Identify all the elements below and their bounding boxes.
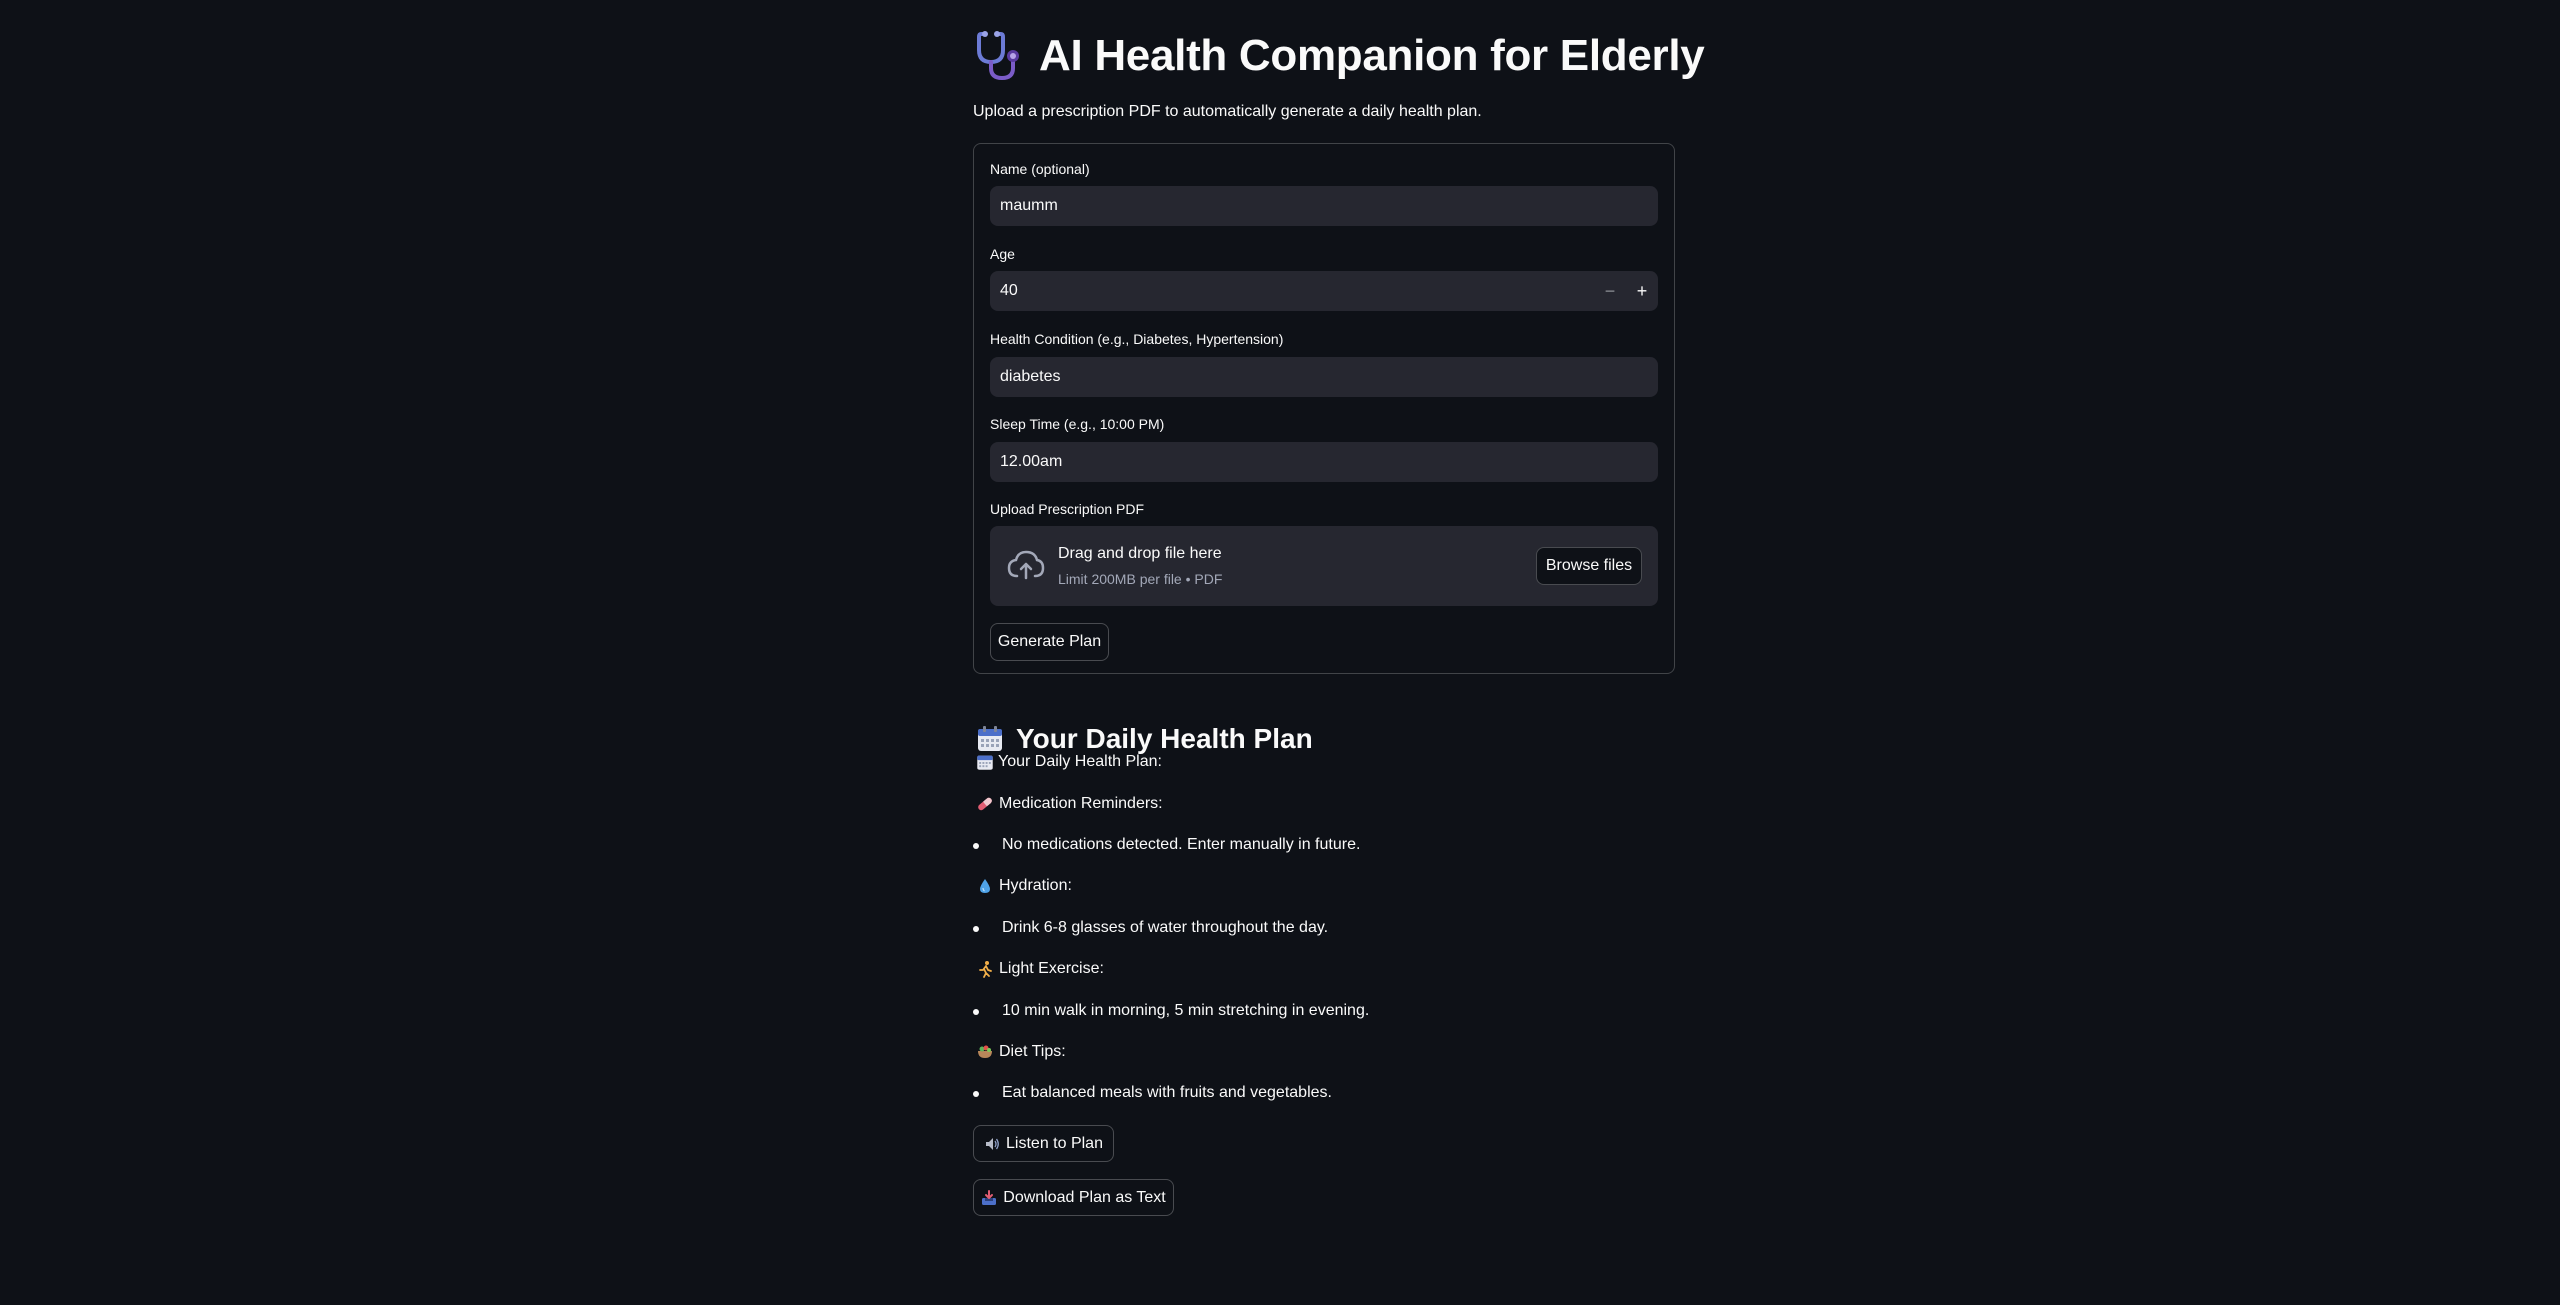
- sleep-field[interactable]: [990, 442, 1658, 482]
- sleep-input[interactable]: [1000, 453, 1648, 471]
- name-label: Name (optional): [990, 161, 1090, 177]
- speaker-icon: [984, 1136, 1000, 1152]
- section-title-text: Hydration:: [999, 877, 1072, 894]
- plan-form: Name (optional) Age − + Health Condition…: [973, 143, 1675, 674]
- dropzone-limit: Limit 200MB per file • PDF: [1058, 571, 1223, 587]
- age-increment-button[interactable]: +: [1626, 271, 1658, 311]
- plan-intro: Your Daily Health Plan:: [976, 753, 1162, 771]
- calendar-icon: [976, 725, 1004, 753]
- condition-field[interactable]: [990, 357, 1658, 397]
- inbox-tray-icon: [981, 1189, 997, 1206]
- plan-heading: Your Daily Health Plan: [976, 723, 1313, 755]
- browse-files-button[interactable]: Browse files: [1536, 547, 1642, 585]
- stethoscope-icon: [975, 30, 1025, 82]
- generate-plan-button[interactable]: Generate Plan: [990, 623, 1109, 661]
- list-item-text: Drink 6-8 glasses of water throughout th…: [1002, 919, 1329, 936]
- salad-icon: [976, 1043, 994, 1061]
- age-label: Age: [990, 246, 1015, 262]
- section-title-exercise: Light Exercise:: [976, 960, 1104, 978]
- name-field[interactable]: [990, 186, 1658, 226]
- condition-input[interactable]: [1000, 368, 1648, 386]
- listen-to-plan-button[interactable]: Listen to Plan: [973, 1125, 1114, 1162]
- calendar-icon: [976, 753, 994, 771]
- plan-heading-text: Your Daily Health Plan: [1016, 723, 1313, 755]
- section-title-text: Light Exercise:: [999, 960, 1104, 977]
- age-decrement-button[interactable]: −: [1594, 271, 1626, 311]
- droplet-icon: [976, 877, 994, 895]
- list-item-text: 10 min walk in morning, 5 min stretching…: [1002, 1002, 1370, 1019]
- section-title-text: Medication Reminders:: [999, 795, 1163, 812]
- condition-label: Health Condition (e.g., Diabetes, Hypert…: [990, 331, 1284, 347]
- section-title-medication: Medication Reminders:: [976, 795, 1163, 813]
- list-item-text: No medications detected. Enter manually …: [1002, 836, 1361, 853]
- download-button-label: Download Plan as Text: [1003, 1188, 1166, 1206]
- section-title-text: Diet Tips:: [999, 1043, 1066, 1060]
- list-item-text: Eat balanced meals with fruits and veget…: [1002, 1084, 1332, 1101]
- page-title: AI Health Companion for Elderly: [975, 30, 1705, 82]
- age-input[interactable]: [1000, 282, 1580, 300]
- download-plan-button[interactable]: Download Plan as Text: [973, 1179, 1174, 1216]
- name-input[interactable]: [1000, 197, 1648, 215]
- section-title-hydration: Hydration:: [976, 877, 1072, 895]
- section-title-diet: Diet Tips:: [976, 1043, 1066, 1061]
- pill-icon: [976, 795, 994, 813]
- page-title-text: AI Health Companion for Elderly: [1039, 31, 1705, 80]
- listen-button-label: Listen to Plan: [1006, 1134, 1103, 1152]
- page-subtitle: Upload a prescription PDF to automatical…: [973, 103, 1482, 120]
- sleep-label: Sleep Time (e.g., 10:00 PM): [990, 416, 1165, 432]
- plan-intro-text: Your Daily Health Plan:: [998, 753, 1162, 770]
- cloud-upload-icon: [1006, 548, 1046, 584]
- age-field[interactable]: − +: [990, 271, 1658, 311]
- file-dropzone[interactable]: Drag and drop file here Limit 200MB per …: [990, 526, 1658, 606]
- age-stepper: − +: [1594, 271, 1658, 311]
- dropzone-title: Drag and drop file here: [1058, 545, 1222, 562]
- upload-label: Upload Prescription PDF: [990, 501, 1145, 517]
- running-icon: [976, 960, 994, 978]
